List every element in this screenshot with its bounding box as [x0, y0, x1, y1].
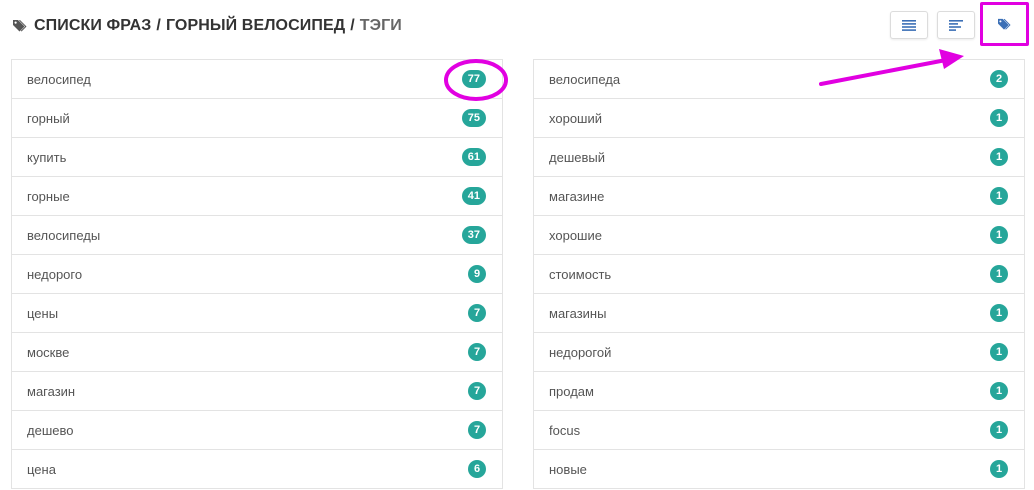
list-item[interactable]: продам 1 — [533, 372, 1025, 411]
tag-label: магазине — [549, 188, 605, 204]
count-badge: 7 — [468, 382, 486, 400]
tag-label: focus — [549, 422, 581, 438]
tags-icon — [13, 20, 27, 32]
list-item[interactable]: магазине 1 — [533, 177, 1025, 216]
count-badge: 1 — [990, 343, 1008, 361]
count-badge: 61 — [461, 148, 486, 166]
tag-label: новые — [549, 461, 587, 477]
count-badge: 1 — [990, 226, 1008, 244]
count-badge: 77 — [461, 70, 486, 88]
tag-list-right: велосипеда 2 хороший 1 дешевый 1 магазине 1 … — [533, 59, 1025, 489]
list-item[interactable]: новые 1 — [533, 450, 1025, 489]
tag-label: горные — [27, 188, 70, 204]
tag-label: хорошие — [549, 227, 602, 243]
list-item[interactable]: велосипеда 2 — [533, 60, 1025, 99]
tag-label: недорого — [27, 266, 83, 282]
list-item[interactable]: велосипеды 37 — [11, 216, 503, 255]
count-badge: 37 — [461, 226, 486, 244]
count-badge: 1 — [990, 148, 1008, 166]
count-badge: 7 — [468, 421, 486, 439]
tag-label: дешевый — [549, 149, 605, 165]
count-badge: 7 — [468, 304, 486, 322]
tag-label: горный — [27, 110, 70, 126]
count-badge: 41 — [461, 187, 486, 205]
list-item[interactable]: горные 41 — [11, 177, 503, 216]
list-item[interactable]: стоимость 1 — [533, 255, 1025, 294]
count-badge: 9 — [468, 265, 486, 283]
list-item[interactable]: магазины 1 — [533, 294, 1025, 333]
list-item[interactable]: велосипед 77 — [11, 60, 503, 99]
count-badge: 75 — [461, 109, 486, 127]
breadcrumb-item-phrase-lists[interactable]: СПИСКИ ФРАЗ — [34, 17, 151, 35]
list-view-button[interactable] — [890, 11, 928, 39]
tag-label: недорогой — [549, 344, 612, 360]
count-badge: 7 — [468, 343, 486, 361]
breadcrumb-separator: / — [350, 17, 355, 34]
breadcrumb-item-list[interactable]: ГОРНЫЙ ВЕЛОСИПЕД — [166, 17, 345, 35]
breadcrumb: СПИСКИ ФРАЗ / ГОРНЫЙ ВЕЛОСИПЕД / ТЭГИ — [12, 14, 402, 38]
count-badge: 2 — [990, 70, 1008, 88]
list-item[interactable]: горный 75 — [11, 99, 503, 138]
align-left-icon — [949, 19, 963, 31]
breadcrumb-separator: / — [156, 17, 161, 34]
count-badge: 6 — [468, 460, 486, 478]
tag-label: продам — [549, 383, 594, 399]
tag-label: велосипеды — [27, 227, 101, 243]
list-item[interactable]: дешево 7 — [11, 411, 503, 450]
list-item[interactable]: недорогой 1 — [533, 333, 1025, 372]
list-item[interactable]: хороший 1 — [533, 99, 1025, 138]
list-lines-icon — [902, 19, 916, 31]
tag-label: дешево — [27, 422, 74, 438]
tag-label: стоимость — [549, 266, 612, 282]
tag-label: хороший — [549, 110, 602, 126]
tags-icon — [998, 18, 1011, 30]
text-view-button[interactable] — [937, 11, 975, 39]
list-item[interactable]: недорого 9 — [11, 255, 503, 294]
tag-label: велосипед — [27, 71, 91, 87]
tag-label: москве — [27, 344, 70, 360]
count-badge: 1 — [990, 304, 1008, 322]
count-badge: 1 — [990, 265, 1008, 283]
breadcrumb-item-current: ТЭГИ — [359, 17, 402, 34]
tags-view-button[interactable] — [980, 2, 1029, 46]
list-item[interactable]: дешевый 1 — [533, 138, 1025, 177]
count-badge: 1 — [990, 109, 1008, 127]
list-item[interactable]: focus 1 — [533, 411, 1025, 450]
tag-label: цены — [27, 305, 59, 321]
count-badge: 1 — [990, 460, 1008, 478]
list-item[interactable]: цены 7 — [11, 294, 503, 333]
tag-list-left: велосипед 77 горный 75 купить 61 горные 41 в… — [11, 59, 503, 489]
tag-label: магазины — [549, 305, 607, 321]
count-badge: 1 — [990, 421, 1008, 439]
tag-label: цена — [27, 461, 56, 477]
list-item[interactable]: цена 6 — [11, 450, 503, 489]
count-badge: 1 — [990, 187, 1008, 205]
list-item[interactable]: хорошие 1 — [533, 216, 1025, 255]
tag-label: магазин — [27, 383, 76, 399]
list-item[interactable]: купить 61 — [11, 138, 503, 177]
tag-label: купить — [27, 149, 67, 165]
count-badge: 1 — [990, 382, 1008, 400]
list-item[interactable]: магазин 7 — [11, 372, 503, 411]
list-item[interactable]: москве 7 — [11, 333, 503, 372]
tag-label: велосипеда — [549, 71, 621, 87]
